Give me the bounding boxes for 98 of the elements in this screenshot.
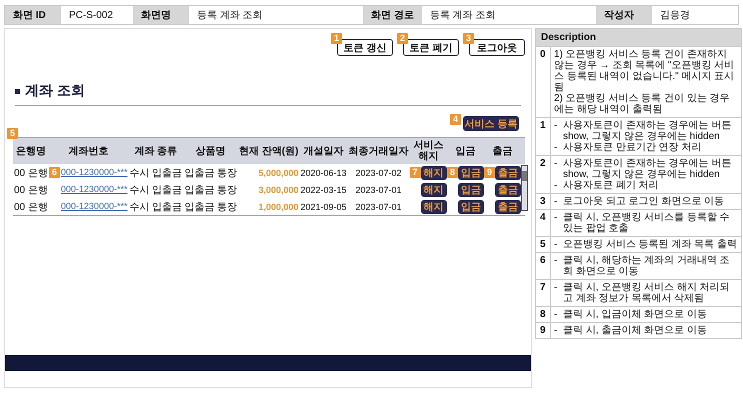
number-badge: 1: [331, 33, 342, 44]
description-text: 사용자토큰이 존재하는 경우에는 버튼 show, 그렇지 않은 경우에는 hidden: [563, 120, 732, 142]
column-header: 계좌 종류: [128, 138, 184, 164]
dash-mark: -: [554, 158, 558, 171]
action-button[interactable]: 해지: [420, 166, 447, 180]
number-badge: 3: [463, 33, 474, 44]
description-text: 클릭 시, 오픈뱅킹 서비스를 등록할 수 있는 팝업 호출: [563, 212, 731, 234]
description-number: 5: [536, 237, 551, 252]
description-text: 클릭 시, 해당하는 계좌의 거래내역 조회 화면으로 이동: [563, 255, 731, 277]
column-header: 상품명: [183, 138, 238, 164]
table-cell-text: 수시 입출금: [128, 184, 184, 198]
table-cell: 입출금 통장: [183, 198, 238, 216]
column-header: 현재 잔액(원): [238, 138, 300, 164]
account-link[interactable]: 000-1230000-***: [60, 184, 128, 194]
column-header: 출금: [484, 138, 522, 164]
description-number: 9: [536, 323, 551, 338]
description-text: 1) 오픈뱅킹 서비스 등록 건이 존재하지 않는 경우 → 조회 목록에 "오픈뱅킹 서비스 등록된 내역이 없습니다." 메시지 표시됨: [554, 49, 736, 93]
description-title: Description: [536, 29, 741, 46]
number-badge: 4: [450, 114, 461, 125]
table-cell-text: 00 은행: [13, 184, 49, 198]
toolbar-button[interactable]: 토큰 폐기: [403, 39, 459, 56]
action-button[interactable]: 입금: [458, 182, 484, 196]
table-cell-text: 2022-03-15: [299, 184, 348, 196]
header-value: 등록 계좌 조회: [196, 9, 264, 23]
number-badge: 6: [48, 167, 60, 178]
description-text: 클릭 시, 오픈뱅킹 서비스 해지 처리되고 계좌 정보가 목록에서 삭제됨: [563, 282, 731, 304]
number-badge: 5: [7, 128, 18, 139]
description-text: 사용자토큰 폐기 처리: [563, 180, 660, 191]
description-number: 3: [536, 194, 551, 209]
table-cell: 입출금 통장: [183, 164, 238, 181]
header-label: 화면명: [133, 6, 189, 24]
dash-mark: -: [554, 282, 558, 295]
table-cell: 2020-06-13: [299, 164, 348, 181]
description-text: 사용자토큰이 존재하는 경우에는 버튼 show, 그렇지 않은 경우에는 hidden: [563, 158, 732, 180]
number-badge: 2: [397, 33, 408, 44]
description-number: 7: [536, 280, 551, 306]
action-button[interactable]: 해지: [420, 200, 447, 214]
column-header: 개설일자: [299, 138, 348, 164]
description-number: 1: [536, 118, 551, 155]
header-label: 작성자: [596, 6, 652, 24]
description-text: 클릭 시, 출금이체 화면으로 이동: [563, 325, 708, 336]
description-text: 사용자토큰 만료기간 연장 처리: [563, 142, 702, 153]
balance-cell: 5,000,000: [238, 164, 300, 181]
number-badge: 7: [410, 167, 421, 178]
dash-mark: -: [554, 142, 558, 153]
dash-mark: -: [554, 309, 558, 320]
bullet-icon: [15, 88, 20, 94]
dash-mark: -: [554, 120, 558, 133]
column-header: 최종거래일자: [348, 138, 410, 164]
column-header: 서비스 해지: [410, 138, 448, 164]
dash-mark: -: [554, 325, 558, 336]
action-button[interactable]: 출금: [495, 200, 522, 214]
table-cell: 00 은행: [13, 198, 49, 216]
balance-cell-text: 3,000,000: [257, 184, 300, 196]
scrollbar[interactable]: [521, 165, 528, 211]
description-number: 0: [536, 47, 551, 117]
number-badge: 8: [447, 167, 458, 178]
dash-mark: -: [554, 196, 558, 207]
register-button[interactable]: 서비스 등록: [463, 116, 519, 131]
dash-mark: -: [554, 180, 558, 191]
dash-mark: -: [554, 255, 558, 268]
description-text: 클릭 시, 입금이체 화면으로 이동: [563, 309, 708, 320]
description-number: 4: [536, 210, 551, 236]
description-number: 6: [536, 253, 551, 279]
dash-mark: -: [554, 212, 558, 225]
action-button[interactable]: 입금: [458, 166, 484, 180]
section-title: 계좌 조회: [25, 82, 85, 100]
table-cell: 2023-07-01: [348, 198, 410, 216]
table-cell-text: 2023-07-01: [354, 184, 403, 196]
balance-cell: 1,000,000: [238, 198, 300, 216]
account-link[interactable]: 000-1230000-***: [60, 201, 128, 211]
description-text: 로그아웃 되고 로그인 화면으로 이동: [563, 196, 726, 207]
table-cell: 00 은행: [13, 164, 49, 181]
action-button[interactable]: 입금: [458, 200, 484, 214]
header-label: 화면 ID: [5, 6, 61, 24]
description-text: 2) 오픈뱅킹 서비스 등록 건이 있는 경우에는 해당 내역이 출력됨: [554, 93, 731, 115]
table-cell-text: 입출금 통장: [183, 184, 238, 198]
header-value: 등록 계좌 조회: [428, 9, 496, 23]
dash-mark: -: [554, 239, 558, 250]
description-text: 오픈뱅킹 서비스 등록된 계좌 목록 출력: [563, 239, 738, 250]
header-value: PC-S-002: [68, 8, 114, 22]
table-cell: 수시 입출금: [128, 164, 184, 181]
action-button[interactable]: 출금: [495, 182, 522, 196]
table-cell: 2021-09-05: [299, 198, 348, 216]
table-cell: 수시 입출금: [128, 198, 184, 216]
toolbar-button[interactable]: 토큰 갱신: [337, 39, 393, 56]
number-badge: 9: [484, 167, 496, 178]
action-button[interactable]: 출금: [495, 166, 522, 180]
column-header: 입금: [447, 138, 484, 164]
header-label: 화면 경로: [363, 6, 422, 24]
action-button[interactable]: 해지: [420, 182, 447, 196]
column-header: 계좌번호: [48, 138, 128, 164]
description-number: 2: [536, 156, 551, 193]
description-number: 8: [536, 307, 551, 322]
table-cell: 2023-07-02: [348, 164, 410, 181]
header-value: 김응경: [659, 9, 691, 23]
account-link[interactable]: 000-1230000-***: [60, 167, 128, 177]
column-header: 은행명: [13, 138, 49, 164]
